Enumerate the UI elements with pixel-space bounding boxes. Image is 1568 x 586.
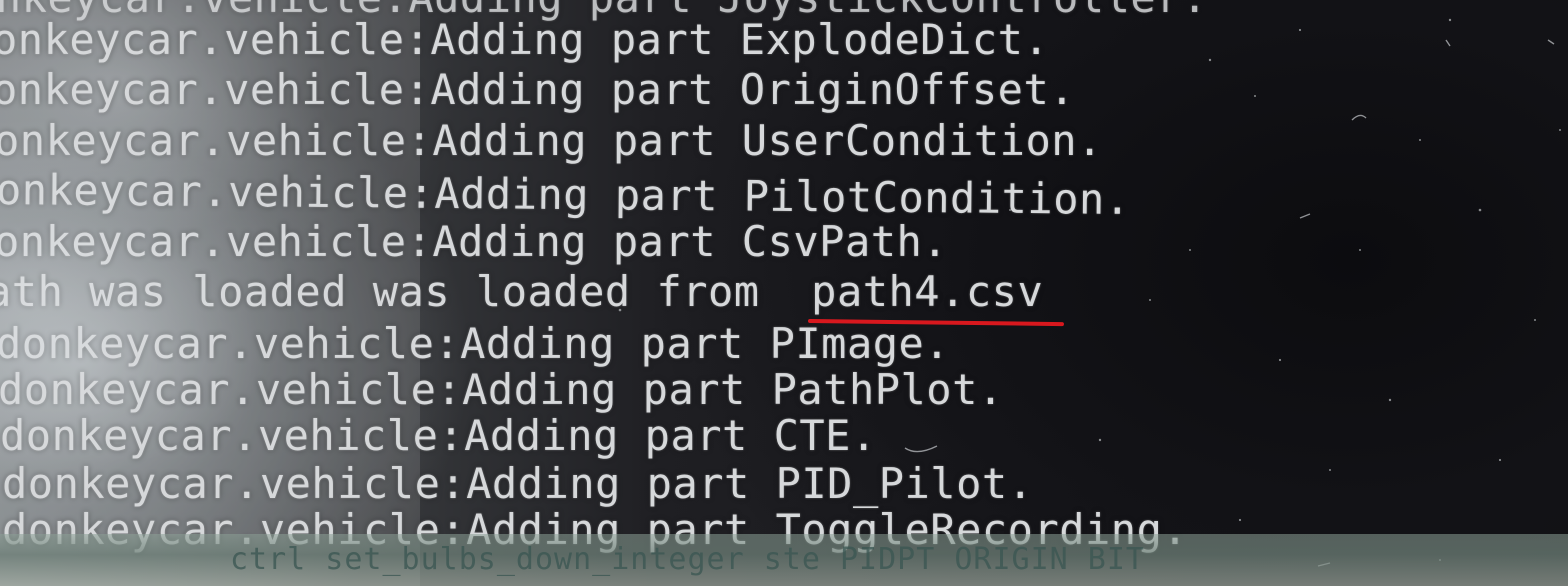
log-line: onkeycar.vehicle:Adding part CsvPath. <box>0 217 949 266</box>
log-line: donkeycar.vehicle:Adding part PID_Pilot. <box>2 459 1034 508</box>
log-line: donkeycar.vehicle:Adding part CTE. <box>0 411 877 460</box>
log-line: donkeycar.vehicle:Adding part PathPlot. <box>0 365 1004 414</box>
log-line: onkeycar.vehicle:Adding part PilotCondit… <box>0 165 1131 224</box>
log-line-loaded-path: ath was loaded was loaded from path4.csv <box>0 267 1044 316</box>
garbled-bottom-text: ctrl set_bulbs_down_integer ste PIDPT OR… <box>230 542 1145 577</box>
log-line: donkeycar.vehicle:Adding part PImage. <box>0 319 951 368</box>
log-line: onkeycar.vehicle:Adding part OriginOffse… <box>0 65 1076 114</box>
log-line: onkeycar.vehicle:Adding part ExplodeDict… <box>0 15 1050 64</box>
terminal-output: onkeycar.vehicle:Adding part JoystickCon… <box>0 0 1568 586</box>
photo-of-screen: onkeycar.vehicle:Adding part JoystickCon… <box>0 0 1568 586</box>
log-line: onkeycar.vehicle:Adding part UserConditi… <box>0 116 1103 165</box>
